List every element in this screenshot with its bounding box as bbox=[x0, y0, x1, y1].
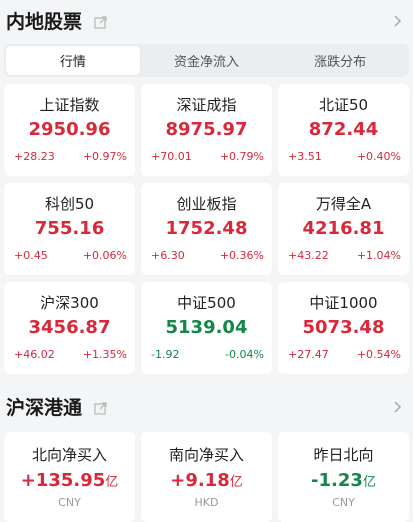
connect-name: 北向净买入 bbox=[31, 446, 107, 464]
connect-currency: HKD bbox=[194, 496, 219, 509]
tab-distribution[interactable]: 涨跌分布 bbox=[273, 46, 407, 75]
tab-net-inflow[interactable]: 资金净流入 bbox=[140, 46, 274, 75]
section-title: 内地股票 bbox=[6, 10, 83, 33]
index-card[interactable]: 上证指数 2950.96 +28.23 +0.97% bbox=[4, 84, 135, 176]
connect-name: 南向净买入 bbox=[168, 446, 244, 464]
index-card[interactable]: 科创50 755.16 +0.45 +0.06% bbox=[4, 183, 135, 275]
index-value: 5073.48 bbox=[302, 317, 385, 338]
index-card[interactable]: 中证1000 5073.48 +27.47 +0.54% bbox=[278, 282, 409, 374]
index-name: 万得全A bbox=[315, 195, 372, 213]
index-change: +28.23 bbox=[14, 150, 55, 163]
connect-value: +9.18亿 bbox=[170, 470, 243, 491]
index-card[interactable]: 北证50 872.44 +3.51 +0.40% bbox=[278, 84, 409, 176]
index-name: 科创50 bbox=[44, 195, 95, 213]
section-title: 沪深港通 bbox=[6, 396, 83, 419]
index-value: 872.44 bbox=[308, 119, 379, 140]
chevron-right-icon[interactable] bbox=[393, 399, 403, 413]
index-value: 5139.04 bbox=[165, 317, 248, 338]
index-name: 创业板指 bbox=[176, 195, 237, 213]
index-name: 北证50 bbox=[318, 96, 369, 114]
connect-value: +135.95亿 bbox=[20, 470, 119, 491]
index-grid: 上证指数 2950.96 +28.23 +0.97% 深证成指 8975.97 … bbox=[4, 84, 409, 374]
index-pct: +0.54% bbox=[356, 348, 401, 361]
index-value: 8975.97 bbox=[165, 119, 248, 140]
index-value: 1752.48 bbox=[165, 218, 248, 239]
market-tabs: 行情 资金净流入 涨跌分布 bbox=[4, 44, 409, 77]
index-pct: +0.79% bbox=[219, 150, 264, 163]
index-change: -1.92 bbox=[151, 348, 180, 361]
index-change: +3.51 bbox=[288, 150, 322, 163]
index-pct: +0.36% bbox=[219, 249, 264, 262]
index-pct: +1.04% bbox=[356, 249, 401, 262]
index-card[interactable]: 中证500 5139.04 -1.92 -0.04% bbox=[141, 282, 272, 374]
connect-currency: CNY bbox=[332, 496, 355, 509]
index-name: 上证指数 bbox=[39, 96, 100, 114]
connect-card[interactable]: 南向净买入 +9.18亿 HKD bbox=[141, 432, 272, 522]
index-pct: +0.97% bbox=[82, 150, 127, 163]
index-value: 2950.96 bbox=[28, 119, 111, 140]
index-change: +43.22 bbox=[288, 249, 329, 262]
connect-name: 昨日北向 bbox=[313, 446, 374, 464]
chevron-right-icon[interactable] bbox=[393, 13, 403, 27]
external-link-icon[interactable] bbox=[94, 14, 107, 29]
index-change: +46.02 bbox=[14, 348, 55, 361]
index-pct: +0.40% bbox=[356, 150, 401, 163]
connect-section-header[interactable]: 沪深港通 bbox=[0, 386, 413, 426]
connect-value: -1.23亿 bbox=[311, 470, 376, 491]
index-pct: +0.06% bbox=[82, 249, 127, 262]
index-value: 755.16 bbox=[34, 218, 105, 239]
index-name: 中证500 bbox=[177, 294, 236, 312]
index-card[interactable]: 万得全A 4216.81 +43.22 +1.04% bbox=[278, 183, 409, 275]
index-name: 中证1000 bbox=[309, 294, 378, 312]
connect-card[interactable]: 北向净买入 +135.95亿 CNY bbox=[4, 432, 135, 522]
market-section-header[interactable]: 内地股票 bbox=[0, 0, 413, 40]
index-pct: -0.04% bbox=[225, 348, 264, 361]
index-change: +0.45 bbox=[14, 249, 48, 262]
connect-grid: 北向净买入 +135.95亿 CNY 南向净买入 +9.18亿 HKD 昨日北向… bbox=[4, 432, 409, 522]
index-card[interactable]: 创业板指 1752.48 +6.30 +0.36% bbox=[141, 183, 272, 275]
connect-currency: CNY bbox=[58, 496, 81, 509]
tab-quotes[interactable]: 行情 bbox=[6, 46, 140, 75]
index-name: 沪深300 bbox=[40, 294, 99, 312]
external-link-icon[interactable] bbox=[94, 400, 107, 415]
index-change: +70.01 bbox=[151, 150, 192, 163]
index-card[interactable]: 沪深300 3456.87 +46.02 +1.35% bbox=[4, 282, 135, 374]
index-value: 4216.81 bbox=[302, 218, 385, 239]
index-change: +27.47 bbox=[288, 348, 329, 361]
index-card[interactable]: 深证成指 8975.97 +70.01 +0.79% bbox=[141, 84, 272, 176]
index-value: 3456.87 bbox=[28, 317, 111, 338]
index-pct: +1.35% bbox=[82, 348, 127, 361]
index-name: 深证成指 bbox=[176, 96, 237, 114]
connect-card[interactable]: 昨日北向 -1.23亿 CNY bbox=[278, 432, 409, 522]
index-change: +6.30 bbox=[151, 249, 185, 262]
